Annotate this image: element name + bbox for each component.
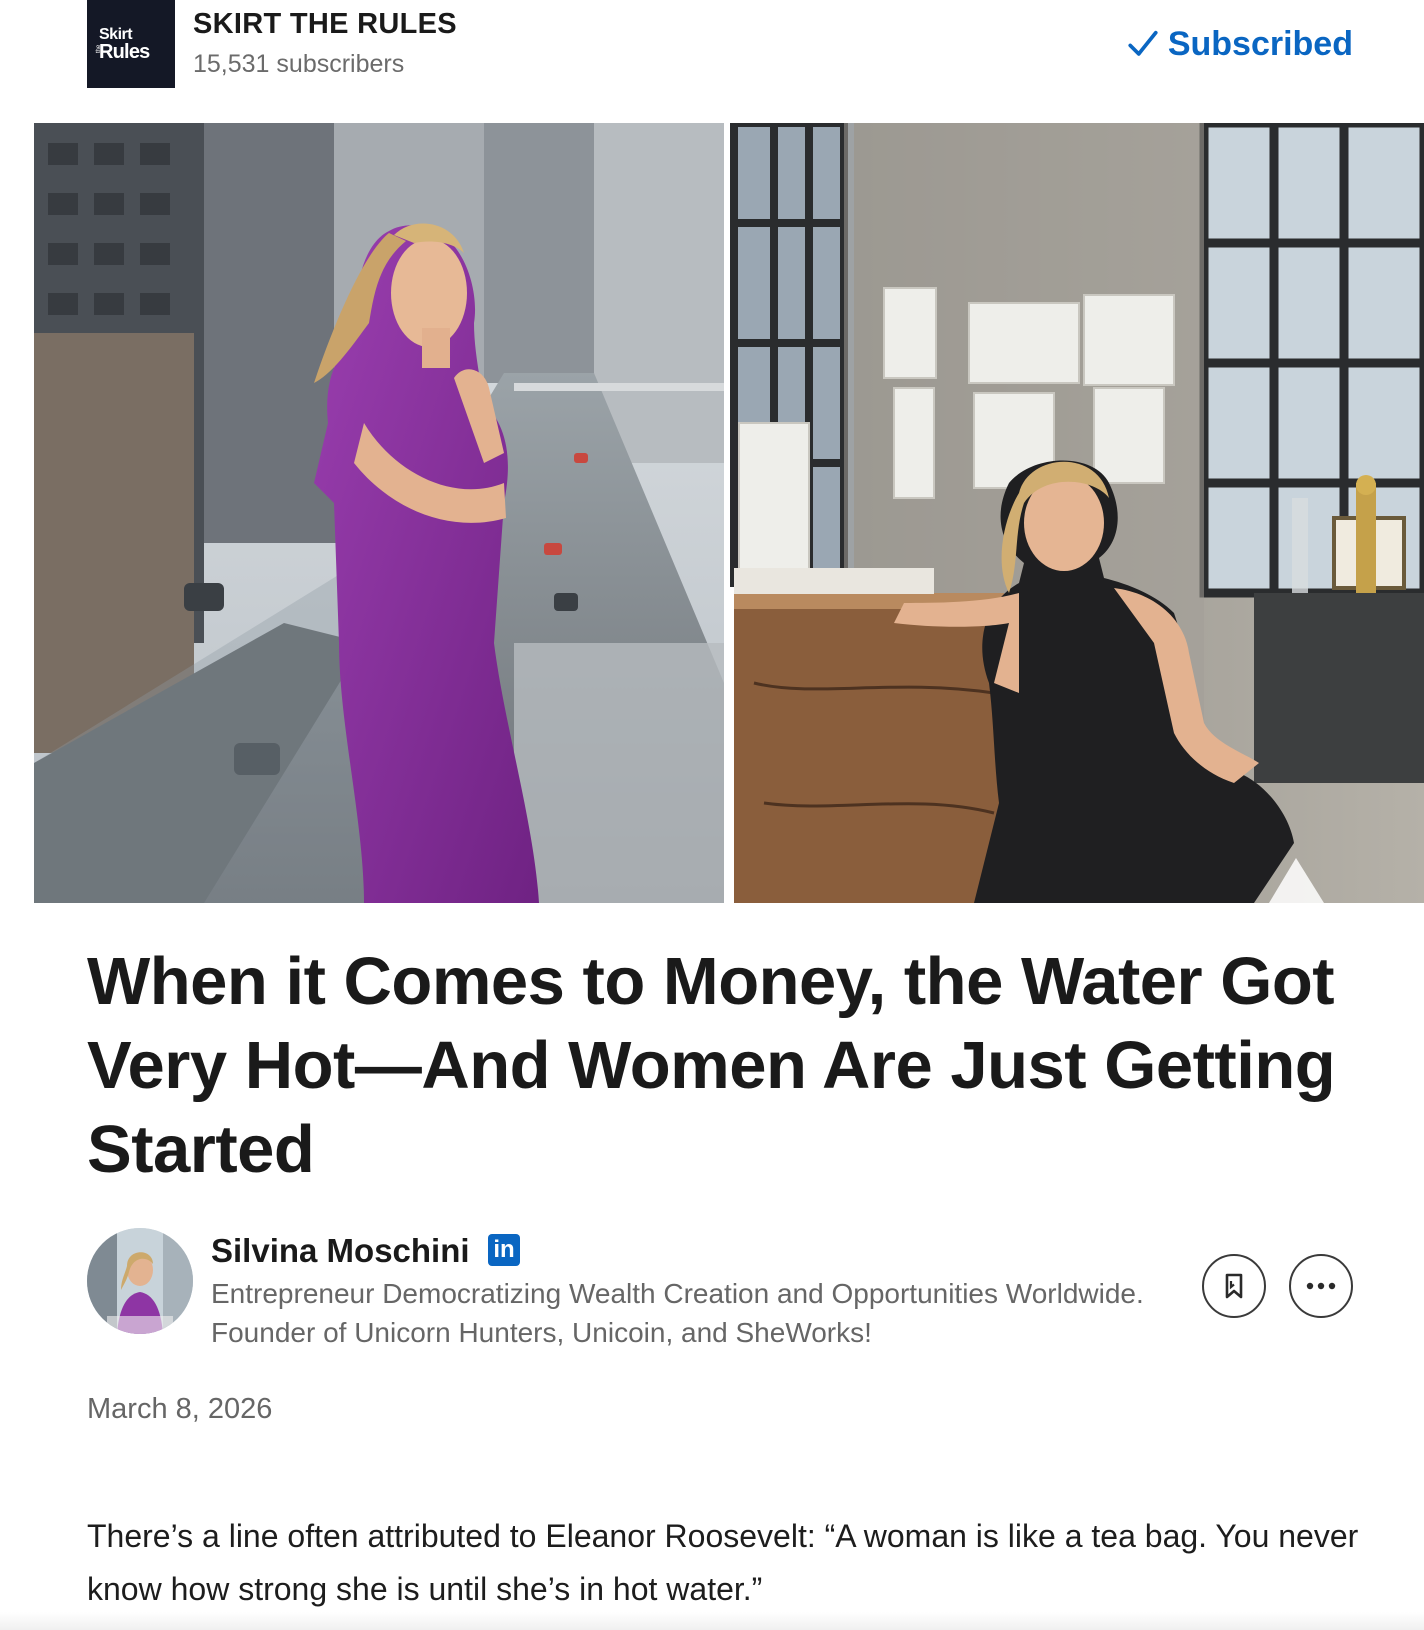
author-block: Silvina Moschini in Entrepreneur Democra…	[87, 1226, 1353, 1348]
subscriber-count: 15,531 subscribers	[193, 50, 405, 78]
bookmark-icon	[1225, 1273, 1243, 1299]
author-name[interactable]: Silvina Moschini	[211, 1232, 470, 1270]
publish-date: March 8, 2026	[87, 1393, 273, 1425]
article-paragraph: There’s a line often attributed to Elean…	[87, 1518, 1359, 1607]
hero-image	[34, 123, 1424, 903]
logo-text-bottom: Rules	[99, 41, 150, 63]
checkmark-icon	[1128, 30, 1158, 56]
scroll-fade	[0, 1612, 1424, 1630]
linkedin-icon: in	[488, 1234, 520, 1266]
newsletter-logo[interactable]: Skirt the Rules	[87, 0, 175, 88]
author-bio: Entrepreneur Democratizing Wealth Creati…	[211, 1278, 1144, 1348]
article-title: When it Comes to Money, the Water Got Ve…	[87, 944, 1336, 1187]
photo-balcony-panel	[34, 123, 724, 903]
subscribed-label: Subscribed	[1167, 24, 1353, 63]
author-avatar[interactable]	[87, 1228, 193, 1334]
newsletter-header: Skirt the Rules SKIRT THE RULES 15,531 s…	[87, 0, 1353, 88]
more-options-button[interactable]	[1289, 1254, 1353, 1318]
bookmark-button[interactable]	[1202, 1254, 1266, 1318]
more-icon	[1306, 1282, 1336, 1290]
photo-loft-panel	[730, 123, 1424, 903]
subscribed-button[interactable]: Subscribed	[1126, 22, 1353, 66]
newsletter-name[interactable]: SKIRT THE RULES	[193, 8, 457, 41]
